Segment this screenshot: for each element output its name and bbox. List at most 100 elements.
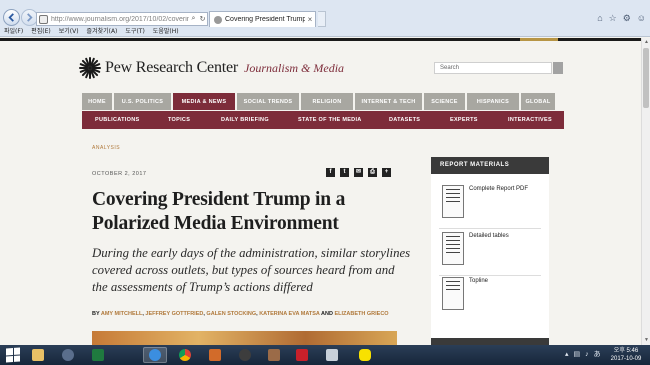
nav-internet-tech[interactable]: INTERNET & TECH [355, 93, 422, 110]
taskbar-ie[interactable] [143, 347, 167, 363]
clock-time: 오후 5:46 [613, 348, 639, 354]
windows-start-icon[interactable] [6, 347, 20, 363]
byline-and: AND [321, 311, 333, 317]
pew-logo-icon [79, 57, 101, 79]
twitter-icon[interactable]: t [340, 168, 349, 177]
new-tab-button[interactable] [318, 11, 326, 27]
taskbar-app[interactable] [56, 347, 80, 363]
subnav-topics[interactable]: TOPICS [168, 117, 190, 123]
menu-edit[interactable]: 편집(E) [31, 27, 51, 37]
site-section-name: Journalism & Media [244, 60, 345, 75]
volume-icon[interactable]: ♪ [585, 350, 589, 359]
windows-taskbar: ▴ ▤ ♪ あ 오후 5:46 2017-10-09 [0, 345, 650, 365]
print-icon[interactable]: ⎙ [368, 168, 377, 177]
taskbar-chrome[interactable] [173, 347, 197, 363]
menu-view[interactable]: 보기(V) [59, 27, 79, 37]
page-favicon-icon [39, 14, 48, 24]
taskbar-app[interactable] [262, 347, 286, 363]
next-sidebar-panel [431, 338, 549, 345]
taskbar-excel[interactable] [86, 347, 110, 363]
network-icon[interactable]: ▤ [574, 350, 581, 359]
ime-icon[interactable]: あ [594, 350, 601, 359]
email-icon[interactable]: ✉ [354, 168, 363, 177]
report-item-pdf[interactable]: Complete Report PDF [469, 186, 528, 192]
subnav-datasets[interactable]: DATASETS [389, 117, 420, 123]
tray-up-icon[interactable]: ▴ [565, 350, 569, 359]
nav-science[interactable]: SCIENCE [424, 93, 465, 110]
subnav-daily-briefing[interactable]: DAILY BRIEFING [221, 117, 269, 123]
author-link[interactable]: GALEN STOCKING [206, 311, 256, 317]
browser-chrome: http://www.journalism.org/2017/10/02/cov… [0, 0, 650, 37]
document-thumbnail-icon[interactable] [442, 277, 464, 310]
search-button[interactable] [553, 62, 563, 74]
tab-favicon-icon [214, 15, 222, 24]
tab-close-icon[interactable]: × [305, 15, 315, 24]
site-logo[interactable]: Pew Research Center Journalism & Media [79, 57, 344, 79]
nav-social-trends[interactable]: SOCIAL TRENDS [237, 93, 299, 110]
nav-global[interactable]: GLOBAL [521, 93, 555, 110]
address-url[interactable]: http://www.journalism.org/2017/10/02/cov… [51, 16, 189, 23]
back-button[interactable] [3, 9, 20, 26]
taskbar-app[interactable] [320, 347, 344, 363]
home-icon[interactable]: ⌂ [597, 13, 602, 23]
logo-center [88, 66, 92, 70]
menu-file[interactable]: 파일(F) [4, 27, 23, 37]
menu-bar: 파일(F) 편집(E) 보기(V) 즐겨찾기(A) 도구(T) 도움말(H) [0, 27, 650, 37]
nav-media-news[interactable]: MEDIA & NEWS [173, 93, 235, 110]
search-dropdown-icon[interactable]: ⌕ [189, 15, 198, 23]
tab-title: Covering President Trump ... [225, 16, 305, 23]
report-materials-list: Complete Report PDF Detailed tables Topl… [431, 174, 549, 345]
address-bar[interactable]: http://www.journalism.org/2017/10/02/cov… [36, 12, 208, 26]
site-brand: Pew Research Center [105, 59, 239, 76]
smiley-icon[interactable]: ☺ [637, 13, 646, 23]
report-item-topline[interactable]: Topline [469, 278, 488, 284]
scroll-down-icon[interactable]: ▼ [643, 337, 650, 344]
subnav-publications[interactable]: PUBLICATIONS [95, 117, 139, 123]
menu-help[interactable]: 도움말(H) [153, 27, 179, 37]
scroll-up-icon[interactable]: ▲ [643, 39, 650, 46]
taskbar-explorer[interactable] [26, 347, 50, 363]
author-link[interactable]: JEFFREY GOTTFRIED [145, 311, 203, 317]
taskbar-app[interactable] [203, 347, 227, 363]
clock-date: 2017-10-09 [610, 356, 642, 362]
article-date: OCTOBER 2, 2017 [92, 171, 147, 177]
nav-home[interactable]: HOME [82, 93, 112, 110]
arrow-right-icon [27, 13, 33, 22]
document-thumbnail-icon[interactable] [442, 232, 464, 265]
browser-tab[interactable]: Covering President Trump ... × [209, 11, 316, 27]
taskbar-kakaotalk[interactable] [353, 347, 377, 363]
scroll-thumb[interactable] [643, 48, 649, 108]
subnav-experts[interactable]: EXPERTS [450, 117, 478, 123]
nav-hispanics[interactable]: HISPANICS [467, 93, 519, 110]
report-item-tables[interactable]: Detailed tables [469, 233, 509, 239]
search-input[interactable]: Search [434, 62, 552, 74]
menu-favorites[interactable]: 즐겨찾기(A) [87, 27, 118, 37]
main-nav: HOME U.S. POLITICS MEDIA & NEWS SOCIAL T… [82, 93, 557, 110]
byline-by: BY [92, 311, 100, 317]
chrome-icon [179, 349, 191, 361]
share-bar: f t ✉ ⎙ + [326, 168, 391, 177]
settings-gear-icon[interactable]: ⚙ [623, 13, 631, 23]
author-link[interactable]: ELIZABETH GRIECO [334, 311, 388, 317]
article-kicker[interactable]: ANALYSIS [92, 145, 120, 151]
favorites-star-icon[interactable]: ☆ [609, 13, 617, 23]
nav-religion[interactable]: RELIGION [301, 93, 353, 110]
subnav-state-of-media[interactable]: STATE OF THE MEDIA [298, 117, 362, 123]
menu-tools[interactable]: 도구(T) [125, 27, 144, 37]
taskbar-app[interactable] [290, 347, 314, 363]
system-tray: ▴ ▤ ♪ あ [565, 350, 601, 359]
chat-icon [359, 349, 371, 361]
document-thumbnail-icon[interactable] [442, 185, 464, 218]
facebook-icon[interactable]: f [326, 168, 335, 177]
red-app-icon [296, 349, 308, 361]
nav-us-politics[interactable]: U.S. POLITICS [114, 93, 171, 110]
article-byline: BY AMY MITCHELL, JEFFREY GOTTFRIED, GALE… [92, 311, 389, 317]
refresh-icon[interactable]: ↻ [198, 15, 207, 23]
vertical-scrollbar[interactable]: ▲ ▼ [641, 38, 650, 345]
author-link[interactable]: KATERINA EVA MATSA [259, 311, 320, 317]
taskbar-clock[interactable]: 오후 5:46 2017-10-09 [608, 347, 644, 363]
subnav-interactives[interactable]: INTERACTIVES [508, 117, 552, 123]
more-share-icon[interactable]: + [382, 168, 391, 177]
taskbar-app[interactable] [233, 347, 257, 363]
author-link[interactable]: AMY MITCHELL [101, 311, 142, 317]
